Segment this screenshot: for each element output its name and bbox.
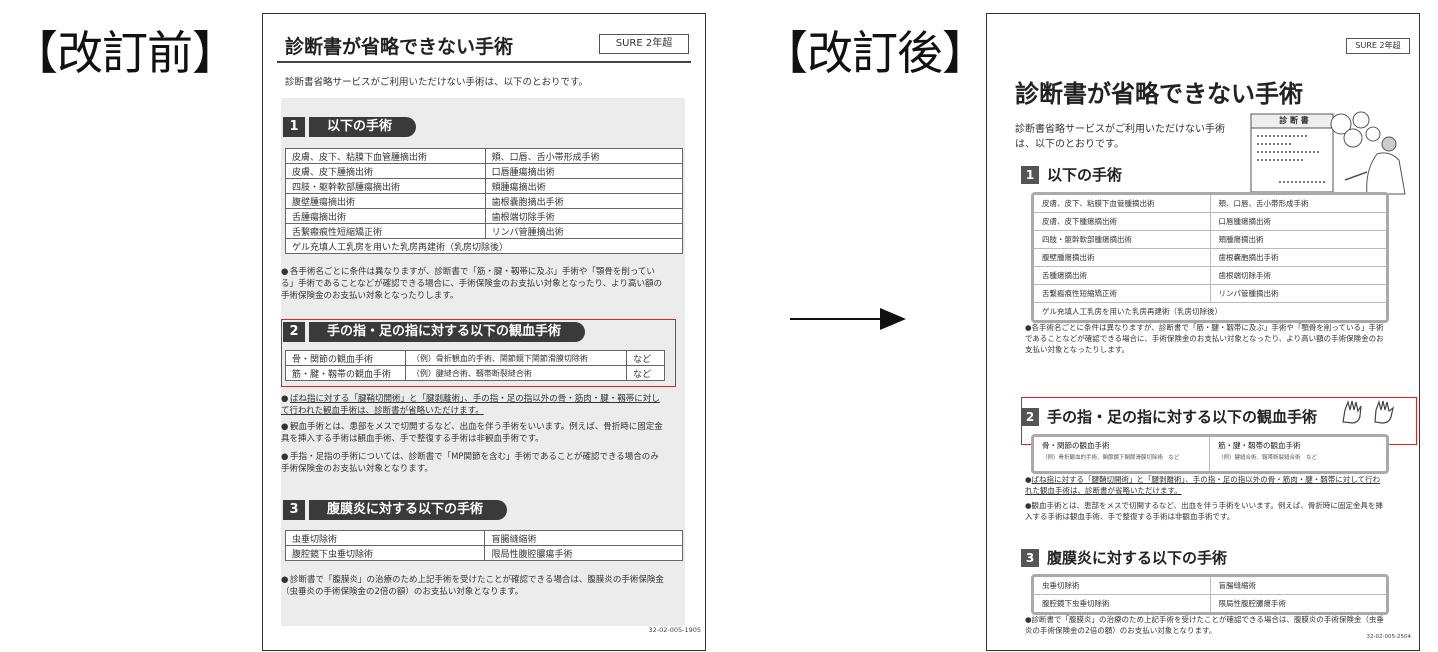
hand-icon <box>1342 399 1394 424</box>
after-footer-code: 32-02-005-2504 <box>1366 634 1411 640</box>
bullet-icon: ● <box>281 394 289 404</box>
after-sec2-note1: ●ばね指に対する「腱鞘切開術」と「腱剥離術」、手の指・足の指以外の骨・筋肉・腱・… <box>1025 475 1381 495</box>
bullet-icon: ● <box>281 575 289 585</box>
before-label: 【改訂前】 <box>12 26 238 80</box>
after-sec1-note: ●各手術名ごとに条件は異なりますが、診断書で「筋・腱・靱帯に及ぶ」手術や「顎骨を… <box>1025 323 1384 354</box>
table-row: ゲル充填人工乳房を用いた乳房再建術（乳房切除後） <box>1042 307 1222 316</box>
sec3-label: 腹膜炎に対する以下の手術 <box>1047 549 1228 567</box>
after-document: SURE 2年超 診断書が省略できない手術 診断書省略サービスがご利用いただけな… <box>986 13 1420 651</box>
table-row: 腹壁腫瘍摘出術 歯根嚢胞摘出手術 <box>285 193 684 209</box>
before-sec2-note3: ● 手指・足指の手術については、診断書で「MP関節を含む」手術であることが確認でき… <box>281 452 659 474</box>
after-sec2-heading: 2 手の指・足の指に対する以下の観血手術 <box>1021 406 1317 427</box>
table-row: 虫垂切除術 盲腸縫縮術 <box>284 530 683 546</box>
sec1-label: 以下の手術 <box>1047 166 1123 184</box>
bullet-icon: ● <box>281 267 289 277</box>
table-row: 腹腔鏡下虫垂切除術 限局性腹腔膿瘍手術 <box>1034 594 1386 612</box>
arrow-right-icon <box>790 308 906 330</box>
sec3-label: 腹膜炎に対する以下の手術 <box>309 500 508 520</box>
title-divider <box>277 61 691 63</box>
illustration-label: 診 断 書 <box>1279 116 1309 125</box>
table-row: 腹腔鏡下虫垂切除術 限局性腹腔膿瘍手術 <box>284 545 683 561</box>
after-sec1-heading: 1 以下の手術 <box>1021 164 1122 185</box>
table-row: 舌腫瘍摘出術 歯根端切除手術 <box>1034 266 1386 285</box>
table-row: 皮膚、皮下腫瘍摘出術 口唇腫瘍摘出術 <box>1034 212 1386 231</box>
before-footer-code: 32-02-005-1905 <box>648 626 701 634</box>
sec2-label: 手の指・足の指に対する以下の観血手術 <box>1047 408 1318 426</box>
sec3-number: 3 <box>283 500 305 520</box>
before-sec3-table: 虫垂切除術 盲腸縫縮術 腹腔鏡下虫垂切除術 限局性腹腔膿瘍手術 <box>284 530 683 561</box>
bullet-icon: ● <box>281 452 289 462</box>
after-sec3-table-box: 虫垂切除術 盲腸縫縮術 腹腔鏡下虫垂切除術 限局性腹腔膿瘍手術 <box>1031 574 1389 615</box>
table-row: 舌繋瘢痕性短縮矯正術 リンパ管腫摘出術 <box>285 223 684 239</box>
before-sec2-heading: 2 手の指・足の指に対する以下の観血手術 <box>283 321 586 343</box>
after-badge: SURE 2年超 <box>1346 38 1410 54</box>
after-sec3-heading: 3 腹膜炎に対する以下の手術 <box>1021 547 1227 568</box>
after-sec2-note2: ●観血手術とは、患部をメスで切開するなど、出血を伴う手術をいいます。例えば、骨折… <box>1025 501 1383 521</box>
after-sec3-table: 虫垂切除術 盲腸縫縮術 腹腔鏡下虫垂切除術 限局性腹腔膿瘍手術 <box>1034 577 1386 612</box>
after-intro: 診断書省略サービスがご利用いただけない手術は、以下のとおりです。 <box>1015 124 1225 150</box>
table-row: 舌繋瘢痕性短縮矯正術 リンパ管腫摘出術 <box>1034 284 1386 303</box>
before-intro: 診断書省略サービスがご利用いただけない手術は、以下のとおりです。 <box>285 77 589 88</box>
bullet-icon: ● <box>281 422 289 432</box>
before-sec1-table: 皮膚、皮下、粘膜下血管腫摘出術 頬、口唇、舌小帯形成手術 皮膚、皮下腫摘出術 口唇腫… <box>285 148 684 254</box>
sec2-number: 2 <box>283 322 305 342</box>
before-sec2-note2: ● 観血手術とは、患部をメスで切開するなど、出血を伴う手術をいいます。例えば、骨折… <box>281 422 663 444</box>
after-sec1-table-box: 皮膚、皮下、粘膜下血管腫摘出術 頬、口唇、舌小帯形成手術 皮膚、皮下腫瘍摘出術 口唇… <box>1031 192 1389 323</box>
after-sec2-cell-bone: 骨・関節の観血手術 （例）骨折観血的手術、関節鏡下関節滑膜切除術 など <box>1034 437 1210 471</box>
table-row: 舌腫瘍摘出術 歯根端切除手術 <box>285 208 684 224</box>
sec1-number: 1 <box>283 117 305 137</box>
before-sec3-heading: 3 腹膜炎に対する以下の手術 <box>283 499 508 521</box>
table-row: ゲル充填人工乳房を用いた乳房再建術（乳房切除後） <box>285 238 683 254</box>
after-sec3-note: ●診断書で「腹膜炎」の治療のため上記手術を受けたことが確認できる場合は、腹膜炎の… <box>1025 615 1384 635</box>
before-badge: SURE 2年超 <box>599 34 689 54</box>
before-sec3-note: ● 診断書で「腹膜炎」の治療のため上記手術を受けたことが確認できる場合は、腹膜炎の… <box>281 575 664 597</box>
before-sec2-table: 骨・関節の観血手術 （例）骨折観血的手術、関節鏡下関節滑膜切除術 など 筋・腱・靱帯… <box>285 350 665 381</box>
before-sec2-note1: ● ばね指に対する「腱鞘切開術」と「腱剥離術」、手の指・足の指以外の骨・筋肉・腱・… <box>281 394 660 416</box>
table-row: 筋・腱・靱帯の観血手術 （例）腱縫合術、靱帯断裂縫合術 など <box>285 365 665 381</box>
after-sec2-cell-tendon: 筋・腱・靱帯の観血手術 （例）腱縫合術、靱帯断裂縫合術 など <box>1218 441 1318 461</box>
before-document: 診断書が省略できない手術 SURE 2年超 診断書省略サービスがご利用いただけな… <box>262 13 706 651</box>
table-row: 四肢・躯幹軟部腫瘍摘出術 頬腫瘍摘出術 <box>1034 230 1386 249</box>
after-label: 【改訂後】 <box>762 26 988 80</box>
table-row: 皮膚、皮下、粘膜下血管腫摘出術 頬、口唇、舌小帯形成手術 <box>1034 195 1386 213</box>
before-sec1-heading: 1 以下の手術 <box>283 116 417 138</box>
after-sec1-table: 皮膚、皮下、粘膜下血管腫摘出術 頬、口唇、舌小帯形成手術 皮膚、皮下腫瘍摘出術 口唇… <box>1034 195 1386 320</box>
sec1-label: 以下の手術 <box>309 117 417 137</box>
table-row: 皮膚、皮下、粘膜下血管腫摘出術 頬、口唇、舌小帯形成手術 <box>285 148 684 164</box>
table-row: 虫垂切除術 盲腸縫縮術 <box>1034 577 1386 595</box>
before-sec1-note: ● 各手術名ごとに条件は異なりますが、診断書で「筋・腱・靱帯に及ぶ」手術や「顎骨を… <box>281 267 662 301</box>
sec2-number: 2 <box>1021 407 1039 426</box>
table-row: 皮膚、皮下腫摘出術 口唇腫瘍摘出術 <box>285 163 684 179</box>
after-sec2-table-box: 骨・関節の観血手術 （例）骨折観血的手術、関節鏡下関節滑膜切除術 など 筋・腱・… <box>1031 434 1389 474</box>
sec2-label: 手の指・足の指に対する以下の観血手術 <box>309 322 586 342</box>
table-row: 骨・関節の観血手術 （例）骨折観血的手術、関節鏡下関節滑膜切除術 など <box>285 350 665 366</box>
table-row: 四肢・躯幹軟部腫瘍摘出術 頬腫瘍摘出術 <box>285 178 684 194</box>
sec1-number: 1 <box>1021 165 1039 184</box>
after-title: 診断書が省略できない手術 <box>1015 80 1303 108</box>
before-title: 診断書が省略できない手術 <box>285 36 514 58</box>
table-row: 腹壁腫瘍摘出術 歯根嚢胞摘出手術 <box>1034 248 1386 267</box>
sec3-number: 3 <box>1021 548 1039 567</box>
